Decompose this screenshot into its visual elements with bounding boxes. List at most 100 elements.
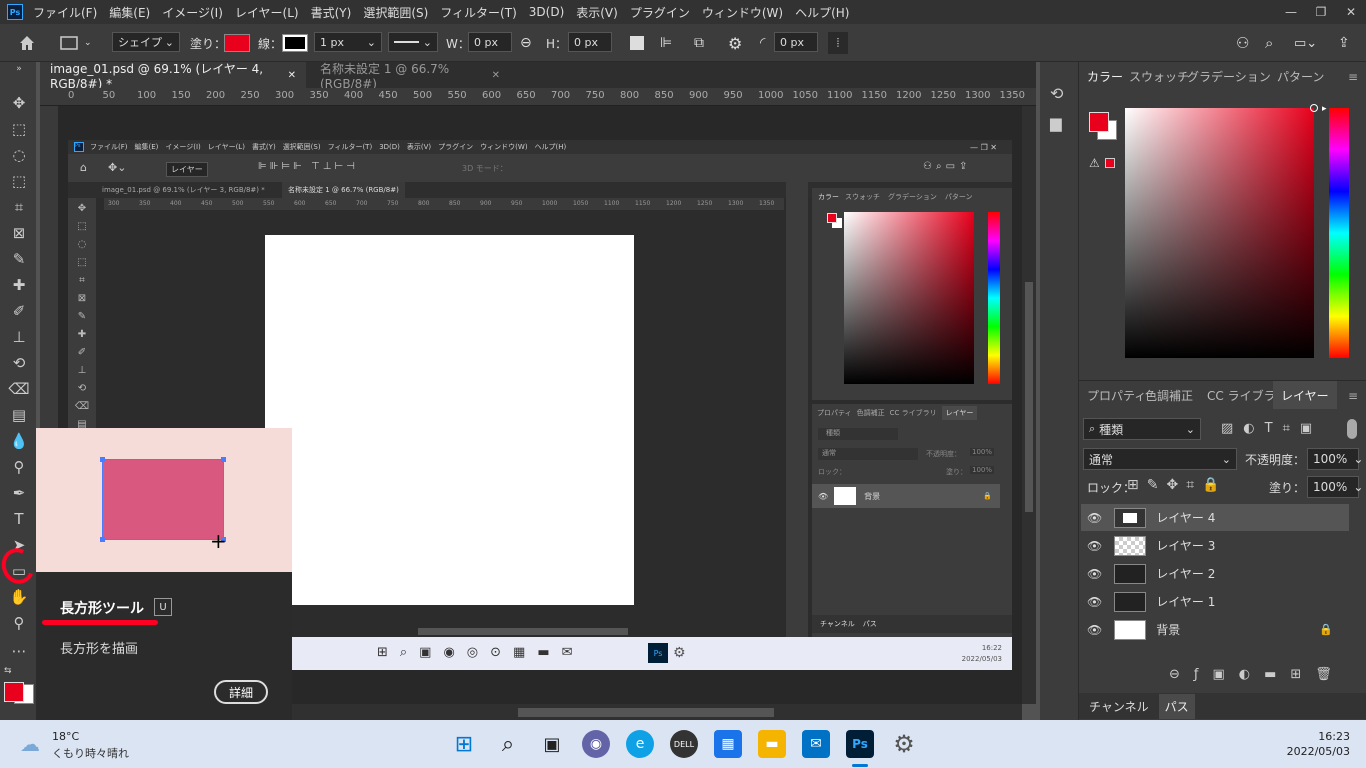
eye-icon[interactable]: 👁 [1087,567,1102,581]
close-button[interactable]: ✕ [1336,5,1366,19]
gear-icon[interactable]: ⚙ [728,32,742,54]
eye-icon[interactable]: 👁 [1087,595,1102,609]
hand-tool-icon[interactable]: ✋ [8,586,30,608]
link-icon[interactable]: ⊖ [520,32,532,54]
layer-row[interactable]: 👁 レイヤー 4 [1081,504,1349,531]
align-icon[interactable]: ⊫ [660,32,672,54]
tab-image-01[interactable]: image_01.psd @ 69.1% (レイヤー 4, RGB/8#) * … [40,62,306,91]
stroke-type-select[interactable]: ⌄ [388,32,438,52]
mail-icon[interactable]: ✉ [802,730,830,758]
store-icon[interactable]: ▦ [714,730,742,758]
gradient-tool-icon[interactable]: ▤ [8,404,30,426]
scroll-thumb[interactable] [518,708,774,717]
opacity-input[interactable]: 100% ⌄ [1307,448,1363,470]
menu-type[interactable]: 書式(Y) [311,4,352,21]
type-tool-icon[interactable]: T [8,508,30,530]
shape-mode-select[interactable]: シェイプ ⌄ [112,32,180,52]
eye-icon[interactable]: 👁 [1087,623,1102,637]
path-operations-icon[interactable] [630,36,644,50]
healing-tool-icon[interactable]: ✚ [8,274,30,296]
tab-patterns[interactable]: パターン [1269,62,1332,90]
eye-icon[interactable]: 👁 [1087,511,1102,525]
clock-time[interactable]: 16:23 [1287,729,1350,744]
settings-icon[interactable]: ⚙ [890,730,918,758]
folder-icon[interactable]: ▬ [758,730,786,758]
history-brush-icon[interactable]: ⟲ [8,352,30,374]
menu-filter[interactable]: フィルター(T) [440,4,516,21]
weather-icon[interactable]: ☁ [20,732,40,756]
eyedropper-tool-icon[interactable]: ✎ [8,248,30,270]
vertical-scrollbar[interactable] [1022,106,1036,704]
learn-more-button[interactable]: 詳細 [214,680,268,704]
corner-radius-input[interactable]: 0 px [774,32,818,52]
eye-icon[interactable]: 👁 [1087,539,1102,553]
menu-layer[interactable]: レイヤー(L) [235,4,299,21]
layer-filter-select[interactable]: ⌕ 種類 ⌄ [1083,418,1201,440]
blur-tool-icon[interactable]: 💧 [8,430,30,452]
color-field[interactable] [1125,104,1318,358]
marquee-tool-icon[interactable]: ⬚ [8,118,30,140]
menu-image[interactable]: イメージ(I) [162,4,223,21]
layer-row[interactable]: 👁 レイヤー 2 [1081,560,1349,587]
height-input[interactable]: 0 px [568,32,612,52]
task-view-icon[interactable]: ▣ [538,730,566,758]
minimize-button[interactable]: — [1276,5,1306,19]
tool-preset-picker[interactable]: ⌄ [60,32,92,54]
frame-tool-icon[interactable]: ⊠ [8,222,30,244]
align-edges-icon[interactable]: ⦙ [828,32,848,54]
menu-window[interactable]: ウィンドウ(W) [702,4,783,21]
tab-untitled[interactable]: 名称未設定 1 @ 66.7% (RGB/8#) ✕ [310,62,510,91]
menu-file[interactable]: ファイル(F) [33,4,97,21]
user-search-icon[interactable]: ⚇ [1236,32,1249,54]
width-input[interactable]: 0 px [468,32,512,52]
photoshop-taskbar-icon[interactable]: Ps [846,730,874,758]
panel-menu-icon[interactable]: ≡ [1348,389,1358,403]
dodge-tool-icon[interactable]: ⚲ [8,456,30,478]
swap-colors-icon[interactable]: ⇆ [4,666,12,676]
layer-actions[interactable]: ⊖ƒ▣◐▬⊞🗑 [1169,667,1346,682]
weather-desc[interactable]: くもり時々晴れ [52,745,129,761]
search-icon[interactable]: ⌕ [494,730,522,758]
history-panel-icon[interactable]: ⟲ [1050,84,1063,103]
tab-paths[interactable]: パス [1158,693,1195,719]
menu-help[interactable]: ヘルプ(H) [795,4,849,21]
object-select-tool-icon[interactable]: ⬚ [8,170,30,192]
close-icon[interactable]: ✕ [288,70,296,81]
layer-row[interactable]: 👁 背景 🔒 [1081,616,1349,643]
hue-slider-handle[interactable]: ▸ [1322,104,1327,114]
lock-icons[interactable]: ⊞✎✥⌗🔒 [1127,477,1228,493]
arrange-icon[interactable]: ⧉ [694,32,704,54]
move-tool-icon[interactable]: ✥ [8,92,30,114]
blend-mode-select[interactable]: 通常 ⌄ [1083,448,1237,470]
dell-icon[interactable]: DELL [670,730,698,758]
workspace-icon[interactable]: ▭⌄ [1294,32,1317,54]
clock-date[interactable]: 2022/05/03 [1287,744,1350,759]
panel-menu-icon[interactable]: ≡ [1348,70,1358,84]
home-icon[interactable] [18,32,36,54]
collapse-icon[interactable]: » [8,64,30,86]
stamp-tool-icon[interactable]: ⊥ [8,326,30,348]
zoom-tool-icon[interactable]: ⚲ [8,612,30,634]
crop-tool-icon[interactable]: ⌗ [8,196,30,218]
lasso-tool-icon[interactable]: ◌ [8,144,30,166]
tab-adjustments[interactable]: 色調補正 [1137,381,1201,409]
brush-tool-icon[interactable]: ✐ [8,300,30,322]
menu-3d[interactable]: 3D(D) [529,5,564,19]
tab-gradients[interactable]: グラデーション [1179,62,1279,90]
layer-filter-icons[interactable]: ▨◐T⌗▣ [1221,421,1322,436]
close-icon[interactable]: ✕ [492,70,500,81]
more-tools-icon[interactable]: ⋯ [8,640,30,662]
share-icon[interactable]: ⇪ [1338,32,1350,54]
filter-toggle[interactable] [1347,419,1357,439]
menu-select[interactable]: 選択範囲(S) [363,4,428,21]
layer-row[interactable]: 👁 レイヤー 1 [1081,588,1349,615]
eraser-tool-icon[interactable]: ⌫ [8,378,30,400]
chat-icon[interactable]: ◉ [582,730,610,758]
tab-channels[interactable]: チャンネル [1089,698,1149,715]
menu-view[interactable]: 表示(V) [576,4,618,21]
foreground-color-swatch[interactable] [1089,112,1109,132]
maximize-button[interactable]: ❐ [1306,5,1336,19]
stroke-color-swatch[interactable] [282,34,308,52]
edge-icon[interactable]: e [626,730,654,758]
gamut-color-swatch[interactable] [1105,158,1115,168]
